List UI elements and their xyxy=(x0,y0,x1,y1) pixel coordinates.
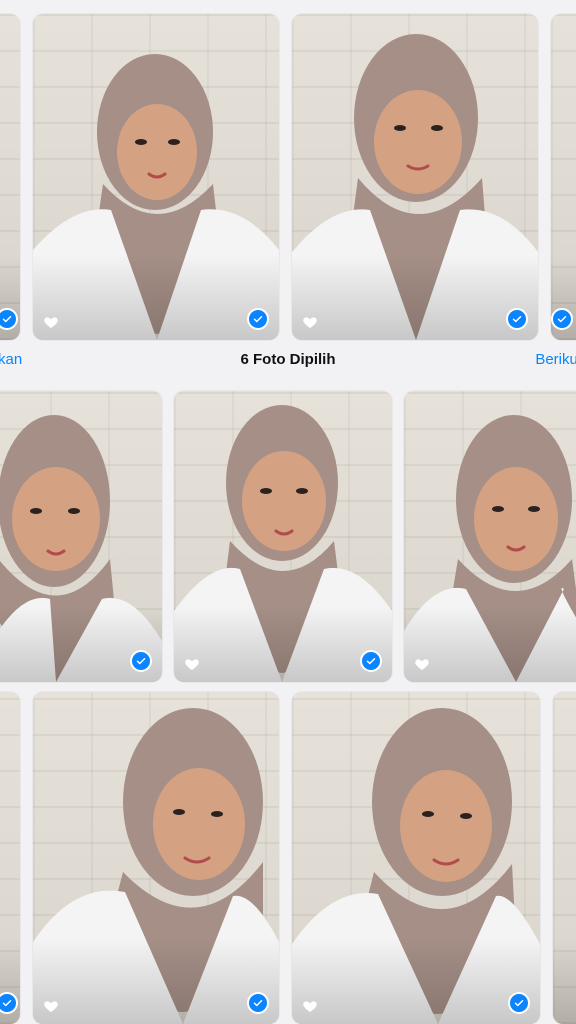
selected-check-icon[interactable] xyxy=(247,308,269,330)
heart-icon xyxy=(185,659,199,670)
photo-row-middle xyxy=(0,391,576,682)
photo-thumbnail[interactable] xyxy=(33,692,279,1024)
photo-row-top xyxy=(0,14,576,340)
photo-gradient xyxy=(292,937,540,1024)
photo-thumbnail[interactable] xyxy=(0,14,20,340)
photo-thumbnail[interactable] xyxy=(292,14,538,340)
selection-title: 6 Foto Dipilih xyxy=(240,351,336,368)
photo-thumbnail[interactable] xyxy=(404,391,576,682)
selected-check-icon[interactable] xyxy=(508,992,530,1014)
photo-thumbnail[interactable] xyxy=(292,692,540,1024)
photo-thumbnail[interactable] xyxy=(553,692,576,1024)
heart-icon xyxy=(303,317,317,328)
photo-row-bottom xyxy=(0,692,576,1024)
photo-thumbnail[interactable] xyxy=(0,391,162,682)
photo-thumbnail[interactable] xyxy=(33,14,279,340)
photo-gradient xyxy=(174,606,392,682)
selected-check-icon[interactable] xyxy=(130,650,152,672)
selected-check-icon[interactable] xyxy=(506,308,528,330)
photo-gradient xyxy=(292,255,538,340)
photo-gradient xyxy=(33,937,279,1024)
photo-gradient xyxy=(33,255,279,340)
photo-thumbnail[interactable] xyxy=(551,14,576,340)
photo-thumbnail[interactable] xyxy=(174,391,392,682)
heart-icon xyxy=(303,1001,317,1012)
photo-thumbnail[interactable] xyxy=(0,692,20,1024)
next-button[interactable]: Berikut xyxy=(535,351,576,368)
selection-toolbar: kan 6 Foto Dipilih Berikut xyxy=(0,341,576,381)
selected-check-icon[interactable] xyxy=(360,650,382,672)
heart-icon xyxy=(44,317,58,328)
selected-check-icon[interactable] xyxy=(247,992,269,1014)
photo-gradient xyxy=(553,937,576,1024)
selected-check-icon[interactable] xyxy=(551,308,573,330)
heart-icon xyxy=(44,1001,58,1012)
heart-icon xyxy=(415,659,429,670)
